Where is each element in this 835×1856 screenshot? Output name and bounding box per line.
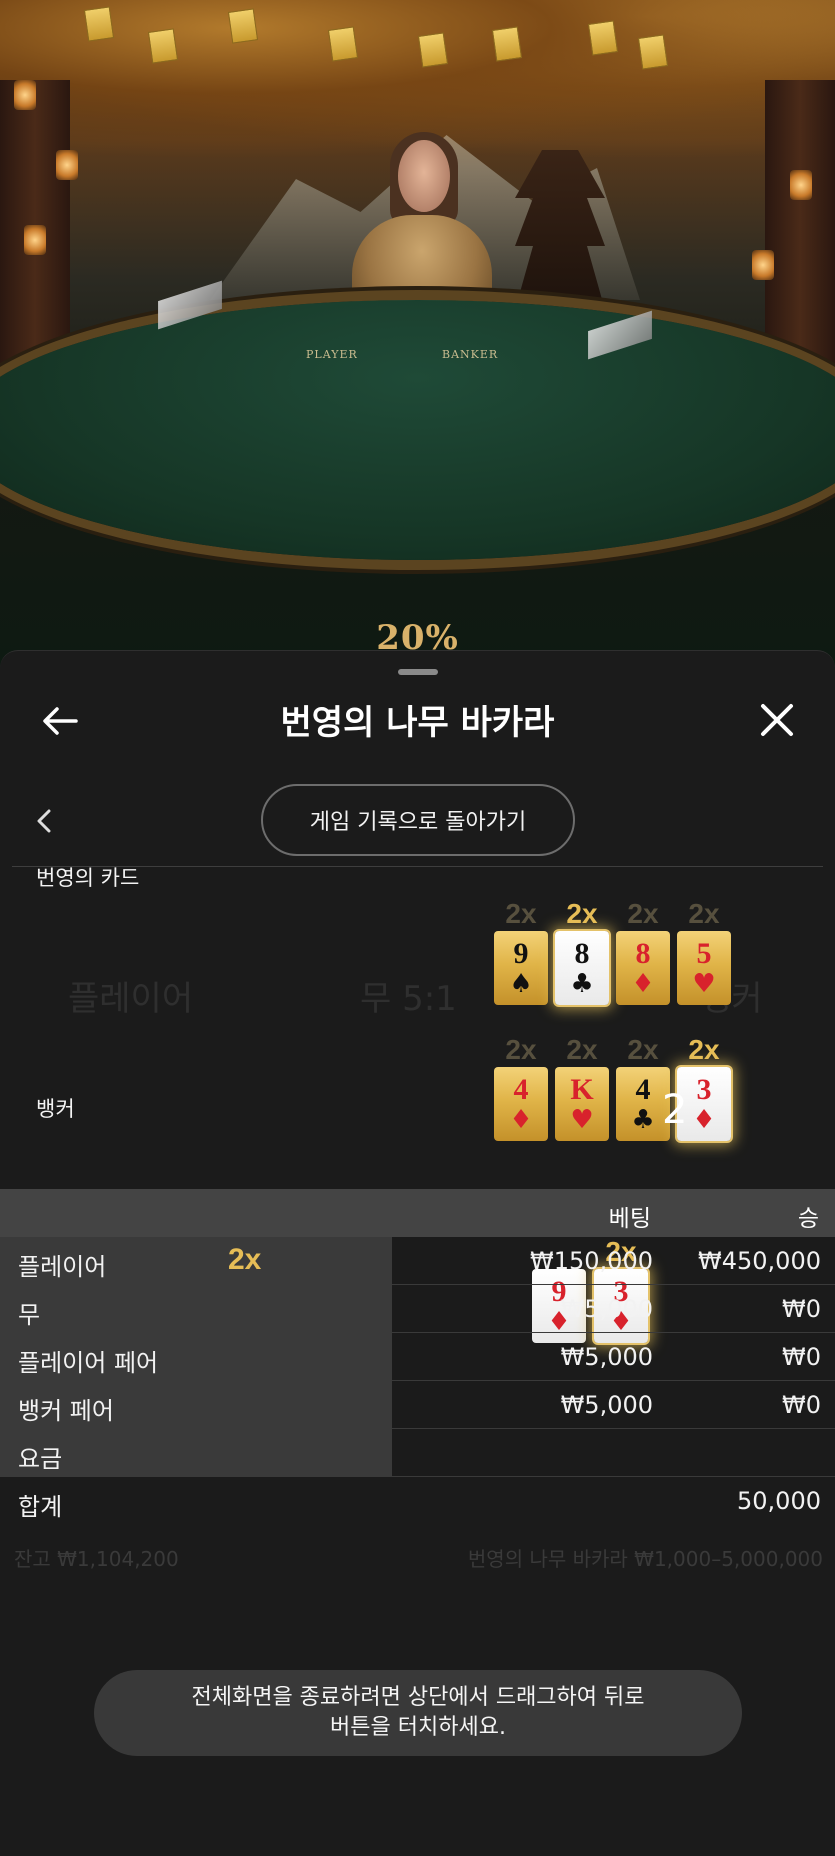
lantern (752, 250, 774, 280)
bet-amount: ₩150,000 (530, 1247, 653, 1275)
lantern (24, 225, 46, 255)
card-slot: 2x 8 ♦ (616, 897, 670, 1005)
hanging-card (417, 32, 449, 68)
toast-line-1: 전체화면을 종료하려면 상단에서 드래그하여 뒤로 (191, 1685, 645, 1711)
card-multiplier: 2x (505, 898, 537, 929)
total-row: 합계 50,000 (0, 1477, 835, 1525)
drag-handle[interactable] (398, 669, 438, 675)
card-rank: 4 (635, 1073, 651, 1106)
lantern (56, 150, 78, 180)
card-slot: 2x 4 ♦ (494, 1033, 548, 1141)
card-multiplier: 2x (627, 1034, 659, 1065)
card-rank: 9 (513, 937, 529, 970)
lantern (14, 80, 36, 110)
hanging-card (83, 6, 115, 42)
banker-label: 뱅커 (36, 1097, 75, 1121)
hanging-card (227, 8, 259, 44)
back-to-history-button[interactable]: 게임 기록으로 돌아가기 (261, 784, 575, 856)
bet-table-header: 베팅 승 (0, 1189, 835, 1237)
ghost-player-spot: 플레이어 (68, 979, 194, 1019)
card-suit-icon: ♦ (509, 1105, 533, 1135)
table-limits-text: 번영의 나무 바카라 ₩1,000–5,000,000 (467, 1547, 823, 1571)
win-amount: ₩450,000 (698, 1247, 821, 1275)
total-win: 50,000 (737, 1487, 821, 1515)
card-slot: 2x K ♥ (555, 1033, 609, 1141)
card-suit-icon: ♦ (631, 969, 655, 999)
hanging-card (637, 34, 669, 70)
win-amount: ₩0 (782, 1391, 821, 1419)
bet-amount: ₩5,000 (560, 1391, 653, 1419)
ghost-tie-spot: 무 5:1 (360, 979, 457, 1019)
card-slot: 2x 9 ♠ (494, 897, 548, 1005)
table-label-player: PLAYER (306, 348, 358, 361)
win-column-header: 승 (797, 1206, 819, 1232)
playing-card: 5 ♥ (677, 931, 731, 1005)
sheet-title: 번영의 나무 바카라 (280, 703, 555, 743)
win-amount: ₩0 (782, 1343, 821, 1371)
card-rank: 8 (574, 937, 590, 970)
banker-score: 2 (662, 1087, 688, 1133)
fullscreen-hint-toast: 전체화면을 종료하려면 상단에서 드래그하여 뒤로 버튼을 터치하세요. (94, 1670, 742, 1756)
pagoda (515, 150, 605, 310)
card-suit-icon: ♠ (509, 969, 533, 999)
hanging-card (147, 28, 179, 64)
playing-card: 4 ♦ (494, 1067, 548, 1141)
bet-amount: ₩5,000 (560, 1343, 653, 1371)
card-multiplier: 2x (566, 1034, 598, 1065)
bet-type-label: 무 (18, 1301, 41, 1329)
close-icon[interactable] (752, 695, 802, 745)
card-rank: 4 (513, 1073, 529, 1106)
bet-label-cell (0, 1285, 392, 1333)
playing-card: 9 ♠ (494, 931, 548, 1005)
bet-row: 플레이어 페어 ₩5,000 ₩0 (0, 1333, 835, 1381)
dealer-face (398, 140, 450, 212)
prosperity-cards-label: 번영의 카드 (36, 866, 140, 890)
playing-card: K ♥ (555, 1067, 609, 1141)
bet-type-label: 뱅커 페어 (18, 1397, 114, 1425)
bet-row: 무 ₩5,000 ₩0 (0, 1285, 835, 1333)
hanging-card (587, 20, 619, 56)
card-multiplier: 2x (505, 1034, 537, 1065)
lantern (790, 170, 812, 200)
card-rank: 8 (635, 937, 651, 970)
bet-type-label: 플레이어 (18, 1253, 107, 1281)
card-multiplier: 2x (566, 898, 598, 929)
hanging-card (327, 26, 359, 62)
card-suit-icon: ♥ (692, 969, 716, 999)
card-rank: 5 (696, 937, 712, 970)
card-slot: 2x 8 ♣ (555, 897, 609, 1005)
card-multiplier: 2x (627, 898, 659, 929)
baccarat-table (0, 300, 835, 560)
card-rank: 3 (696, 1073, 712, 1106)
card-multiplier: 2x (688, 1034, 720, 1065)
total-label: 합계 (18, 1493, 63, 1521)
bet-row: 요금 (0, 1429, 835, 1477)
bet-type-label: 플레이어 페어 (18, 1349, 159, 1377)
card-multiplier: 2x (688, 898, 720, 929)
card-slot: 2x 5 ♥ (677, 897, 731, 1005)
bet-type-label: 요금 (18, 1445, 63, 1473)
table-label-banker: BANKER (442, 348, 499, 361)
card-suit-icon: ♣ (631, 1105, 655, 1135)
toast-line-2: 버튼을 터치하세요. (330, 1715, 506, 1740)
playing-card: 8 ♦ (616, 931, 670, 1005)
card-suit-icon: ♣ (570, 969, 594, 999)
card-suit-icon: ♦ (692, 1105, 716, 1135)
card-rank: K (570, 1073, 594, 1106)
bet-column-header: 베팅 (608, 1206, 651, 1232)
bet-multiplier: 2x (228, 1243, 262, 1276)
card-suit-icon: ♥ (570, 1105, 594, 1135)
hanging-card (491, 26, 523, 62)
bet-row: 뱅커 페어 ₩5,000 ₩0 (0, 1381, 835, 1429)
bet-amount: ₩5,000 (560, 1295, 653, 1323)
win-amount: ₩0 (782, 1295, 821, 1323)
bet-row: 플레이어 2x ₩150,000 ₩450,000 (0, 1237, 835, 1285)
playing-card: 8 ♣ (555, 931, 609, 1005)
balance-text: 잔고 ₩1,104,200 (14, 1547, 179, 1571)
live-video-feed: PLAYER BANKER 20% (0, 0, 835, 700)
chevron-left-icon[interactable] (28, 801, 60, 841)
